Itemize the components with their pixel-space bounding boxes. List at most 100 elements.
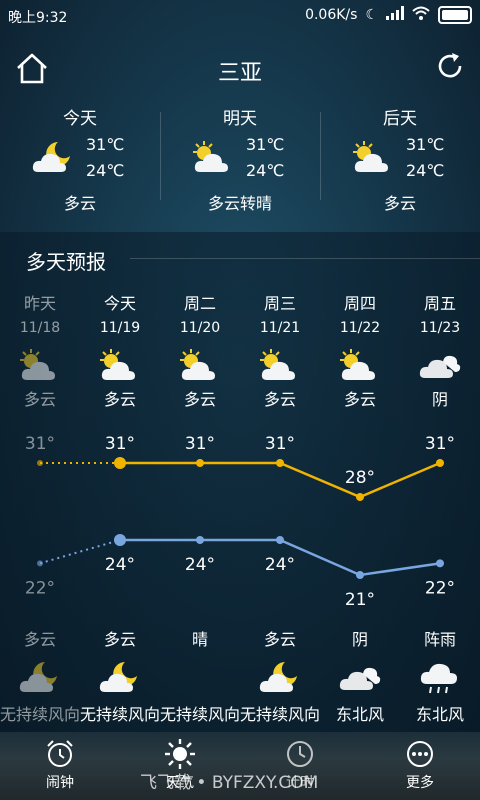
forecast-day-column: 昨天 11/18 多云 bbox=[0, 290, 80, 420]
top-bar: 三亚 bbox=[0, 40, 480, 92]
moon-icon bbox=[177, 660, 223, 694]
data-label: 31° bbox=[425, 434, 455, 454]
city-title: 三亚 bbox=[217, 61, 262, 86]
nav-alarm[interactable]: 闹钟 bbox=[20, 738, 100, 792]
summary-low: 24℃ bbox=[86, 161, 125, 180]
day-name: 周三 bbox=[263, 294, 296, 313]
day-date: 11/22 bbox=[339, 320, 381, 336]
watermark: 飞飞载 • BYFZXY.COM bbox=[140, 773, 319, 793]
nav-more[interactable]: 更多 bbox=[380, 738, 460, 792]
night-condition: 晴 bbox=[191, 630, 208, 649]
forecast-night-column: 晴无持续风向 bbox=[160, 626, 240, 730]
data-point bbox=[276, 459, 284, 467]
data-point bbox=[37, 460, 43, 466]
summary-tomorrow: 明天 31℃ 24℃ 多云转晴 bbox=[160, 100, 320, 220]
data-label: 31° bbox=[105, 434, 135, 454]
sun-icon bbox=[165, 739, 195, 769]
forecast-night-column: 多云 无持续风向 bbox=[0, 626, 80, 730]
summary-high: 31℃ bbox=[406, 135, 445, 154]
data-label: 31° bbox=[185, 434, 215, 454]
forecast-night-column: 阵雨 东北风 bbox=[400, 626, 480, 730]
wifi-icon bbox=[412, 6, 430, 24]
data-point bbox=[196, 459, 204, 467]
data-point bbox=[436, 559, 444, 568]
partly-cloudy-night-icon bbox=[257, 660, 303, 694]
wind-direction: 无持续风向 bbox=[160, 705, 240, 724]
battery-icon bbox=[438, 6, 472, 24]
data-point bbox=[114, 534, 126, 546]
rain-icon bbox=[417, 660, 463, 694]
summary-high: 31℃ bbox=[86, 135, 125, 154]
wind-direction: 东北风 bbox=[415, 705, 464, 724]
refresh-icon[interactable] bbox=[434, 50, 466, 82]
partly-sunny-icon bbox=[190, 140, 236, 174]
data-label: 24° bbox=[265, 555, 295, 575]
day-date: 11/20 bbox=[179, 320, 221, 336]
summary-condition: 多云 bbox=[63, 194, 96, 213]
day-date: 11/18 bbox=[19, 320, 61, 336]
dnd-moon-icon: ☾ bbox=[365, 7, 378, 23]
night-condition: 多云 bbox=[263, 630, 296, 649]
summary-label: 明天 bbox=[223, 109, 257, 129]
forecast-day-column: 周二 11/20 多云 bbox=[160, 290, 240, 420]
signal-icon bbox=[386, 6, 404, 24]
partly-cloudy-night-icon bbox=[97, 660, 143, 694]
day-date: 11/23 bbox=[419, 320, 461, 336]
day-condition: 多云 bbox=[183, 390, 216, 409]
temperature-chart: 31° 31° 31° 31° 28° 31° 22° 24° 24° 24° 21° 22° bbox=[25, 434, 455, 610]
series-line bbox=[120, 461, 441, 499]
data-point bbox=[276, 536, 284, 544]
partly-sunny-icon bbox=[17, 348, 63, 382]
forecast-day-column: 周四 11/22 多云 bbox=[320, 290, 400, 420]
partly-sunny-icon bbox=[97, 348, 143, 382]
forecast-night-column: 多云 无持续风向 bbox=[240, 626, 320, 730]
day-name: 今天 bbox=[103, 294, 136, 313]
cloud-icon bbox=[417, 348, 463, 382]
cloud-icon bbox=[337, 660, 383, 694]
day-name: 周五 bbox=[423, 294, 456, 313]
partly-cloudy-night-icon bbox=[17, 660, 63, 694]
summary-low: 24℃ bbox=[406, 161, 445, 180]
data-label: 21° bbox=[345, 590, 375, 610]
day-condition: 多云 bbox=[103, 390, 136, 409]
partly-sunny-icon bbox=[337, 348, 383, 382]
divider bbox=[160, 112, 161, 200]
timer-icon bbox=[287, 741, 313, 767]
forecast-night-column: 多云 无持续风向 bbox=[80, 626, 160, 730]
data-label: 24° bbox=[185, 555, 215, 575]
forecast-day-column: 周五 11/23 阴 bbox=[400, 290, 480, 420]
data-label: 24° bbox=[105, 555, 135, 575]
divider bbox=[130, 258, 480, 259]
status-time: 晚上9:32 bbox=[8, 10, 68, 26]
partly-cloudy-night-icon bbox=[30, 140, 76, 174]
partly-sunny-icon bbox=[177, 348, 223, 382]
day-date: 11/19 bbox=[99, 320, 141, 336]
nav-label: 闹钟 bbox=[46, 775, 74, 791]
partly-sunny-icon bbox=[257, 348, 303, 382]
day-name: 周二 bbox=[183, 294, 216, 313]
data-point bbox=[436, 459, 444, 467]
data-point bbox=[37, 560, 43, 567]
night-condition: 阴 bbox=[351, 630, 368, 649]
data-point bbox=[356, 571, 364, 579]
summary-day-after: 后天 31℃ 24℃ 多云 bbox=[320, 100, 480, 220]
forecast-title: 多天预报 bbox=[26, 250, 106, 274]
forecast-night-column: 阴东北风 bbox=[320, 626, 400, 730]
forecast-day-column: 周三 11/21 多云 bbox=[240, 290, 320, 420]
status-bar: 晚上9:32 0.06K/s ☾ bbox=[0, 0, 480, 32]
three-day-summary: 今天 31℃ 24℃ 多云 明天 31℃ 24℃ 多云转晴 后天 31℃ 24℃… bbox=[0, 100, 480, 230]
day-condition: 多云 bbox=[343, 390, 376, 409]
data-point bbox=[114, 457, 126, 469]
summary-low: 24℃ bbox=[246, 161, 285, 180]
summary-condition: 多云转晴 bbox=[207, 194, 272, 213]
day-name: 周四 bbox=[343, 294, 376, 313]
divider bbox=[320, 112, 321, 200]
data-point bbox=[356, 493, 364, 501]
night-condition: 多云 bbox=[23, 630, 56, 649]
summary-high: 31℃ bbox=[246, 135, 285, 154]
nav-label: 更多 bbox=[406, 775, 434, 791]
data-label: 22° bbox=[25, 578, 55, 598]
summary-label: 后天 bbox=[383, 109, 417, 129]
day-condition: 多云 bbox=[263, 390, 296, 409]
more-icon bbox=[407, 741, 433, 767]
